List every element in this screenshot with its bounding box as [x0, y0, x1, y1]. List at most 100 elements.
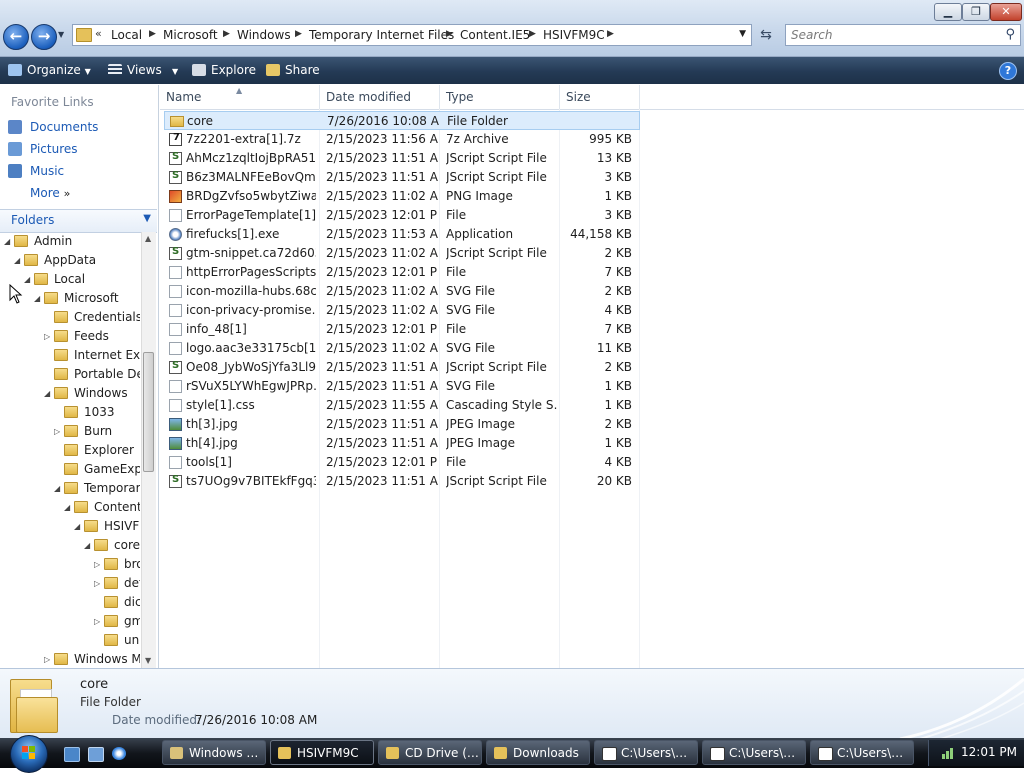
column-header-date[interactable]: Date modified	[320, 85, 440, 109]
file-row[interactable]: 7z2201-extra[1].7z 2/15/2023 11:56 AM 7z A…	[164, 130, 640, 149]
column-header-type[interactable]: Type	[440, 85, 560, 109]
expanded-arrow-icon[interactable]: ◢	[34, 294, 44, 303]
share-button[interactable]: Share	[266, 63, 320, 77]
clock[interactable]: 12:01 PM	[961, 745, 1017, 759]
switch-windows-icon[interactable]	[88, 747, 104, 762]
file-row[interactable]: logo.aac3e33175cb[1].… 2/15/2023 11:02 AM…	[164, 339, 640, 358]
folder-tree-scrollbar[interactable]: ▲ ▼	[141, 232, 156, 668]
file-row[interactable]: AhMcz1zqltIojBpRA51-… 2/15/2023 11:51 AM J…	[164, 149, 640, 168]
tree-item[interactable]: ▷ Feeds	[44, 329, 109, 348]
tree-item[interactable]: Credentials	[44, 310, 140, 329]
tree-item[interactable]: ◢ HSIVFN	[74, 519, 140, 538]
address-overflow-chevrons[interactable]: «	[95, 27, 102, 40]
close-button[interactable]: ✕	[990, 3, 1022, 21]
file-row[interactable]: core 7/26/2016 10:08 AM File Folder	[164, 111, 640, 130]
search-input[interactable]: Search ⚲	[785, 24, 1021, 46]
file-row[interactable]: firefucks[1].exe 2/15/2023 11:53 AM Applic…	[164, 225, 640, 244]
network-icon[interactable]	[941, 746, 955, 760]
maximize-button[interactable]: ❐	[962, 3, 990, 21]
breadcrumb-separator-icon[interactable]: ▶	[529, 29, 536, 39]
file-row[interactable]: rSVuX5LYWhEgwJPRp… 2/15/2023 11:51 AM SVG …	[164, 377, 640, 396]
scrollbar-thumb[interactable]	[143, 352, 154, 472]
tree-item[interactable]: ▷ bro	[94, 557, 140, 576]
start-button[interactable]	[10, 735, 48, 773]
tree-item[interactable]: Portable Devi	[44, 367, 140, 386]
column-header-name[interactable]: Name ▲	[160, 85, 320, 109]
scroll-up-icon[interactable]: ▲	[145, 234, 151, 243]
tree-item[interactable]: Internet Explo	[44, 348, 140, 367]
show-desktop-icon[interactable]	[64, 747, 80, 762]
breadcrumb-separator-icon[interactable]: ▶	[223, 29, 230, 39]
favorite-link-documents[interactable]: Documents	[8, 120, 98, 138]
forward-button[interactable]: →	[31, 24, 57, 50]
expanded-arrow-icon[interactable]: ◢	[84, 541, 94, 550]
views-dropdown-icon[interactable]: ▼	[172, 63, 178, 77]
favorite-link-pictures[interactable]: Pictures	[8, 142, 78, 160]
file-row[interactable]: tools[1] 2/15/2023 12:01 PM File 4 KB	[164, 453, 640, 472]
views-button[interactable]: Views	[108, 63, 162, 77]
folders-header[interactable]: Folders ▼	[0, 209, 157, 233]
tree-item[interactable]: ◢ Windows	[44, 386, 128, 405]
recent-pages-dropdown-icon[interactable]: ▼	[58, 30, 64, 39]
file-row[interactable]: ts7UOg9v7BITEkfFgq3r… 2/15/2023 11:51 AM J…	[164, 472, 640, 491]
file-row[interactable]: ErrorPageTemplate[1] 2/15/2023 12:01 PM Fi…	[164, 206, 640, 225]
collapsed-arrow-icon[interactable]: ▷	[44, 332, 54, 341]
tree-item[interactable]: 1033	[54, 405, 115, 424]
tree-item[interactable]: ▷ def	[94, 576, 140, 595]
chevron-down-icon[interactable]: ▼	[143, 213, 151, 224]
back-button[interactable]: ←	[3, 24, 29, 50]
expanded-arrow-icon[interactable]: ◢	[64, 503, 74, 512]
explore-button[interactable]: Explore	[192, 63, 256, 77]
breadcrumb-hsivfm9c[interactable]: HSIVFM9C	[543, 28, 605, 42]
breadcrumb-separator-icon[interactable]: ▶	[295, 29, 302, 39]
scroll-down-icon[interactable]: ▼	[145, 656, 151, 665]
breadcrumb-local[interactable]: Local	[111, 28, 142, 42]
tree-item[interactable]: ◢ Local	[24, 272, 85, 291]
tree-item[interactable]: ◢ Microsoft	[34, 291, 119, 310]
breadcrumb-separator-icon[interactable]: ▶	[446, 29, 453, 39]
file-row[interactable]: th[4].jpg 2/15/2023 11:51 AM JPEG Image 1 K…	[164, 434, 640, 453]
expanded-arrow-icon[interactable]: ◢	[14, 256, 24, 265]
file-row[interactable]: Oe08_JybWoSjYfa3Ll9y… 2/15/2023 11:51 AM J…	[164, 358, 640, 377]
breadcrumb-separator-icon[interactable]: ▶	[149, 29, 156, 39]
minimize-button[interactable]: ▁	[934, 3, 962, 21]
file-row[interactable]: icon-privacy-promise.… 2/15/2023 11:02 AM…	[164, 301, 640, 320]
tree-item[interactable]: ▷ Burn	[54, 424, 112, 443]
tree-item[interactable]: GameExplo	[54, 462, 140, 481]
search-icon[interactable]: ⚲	[1005, 27, 1015, 42]
taskbar-button-users-1[interactable]: C:\Users\…	[594, 740, 698, 765]
taskbar-button-downloads[interactable]: Downloads	[486, 740, 590, 765]
taskbar-button-users-2[interactable]: C:\Users\…	[702, 740, 806, 765]
tree-item[interactable]: dict	[94, 595, 140, 614]
tree-item[interactable]: uni	[94, 633, 140, 652]
file-row[interactable]: httpErrorPagesScripts[1] 2/15/2023 12:01 …	[164, 263, 640, 282]
breadcrumb-separator-icon[interactable]: ▶	[607, 29, 614, 39]
taskbar-button-users-3[interactable]: C:\Users\…	[810, 740, 914, 765]
taskbar-button-cd-drive[interactable]: CD Drive (…	[378, 740, 482, 765]
tree-item[interactable]: ◢ Temporary	[54, 481, 140, 500]
collapsed-arrow-icon[interactable]: ▷	[44, 655, 54, 664]
column-header-size[interactable]: Size	[560, 85, 640, 109]
breadcrumb-temporary-internet-files[interactable]: Temporary Internet Files	[309, 28, 454, 42]
file-row[interactable]: style[1].css 2/15/2023 11:55 AM Cascading …	[164, 396, 640, 415]
collapsed-arrow-icon[interactable]: ▷	[94, 617, 104, 626]
address-bar[interactable]: « Local ▶ Microsoft ▶ Windows ▶ Temporar…	[72, 24, 752, 46]
expanded-arrow-icon[interactable]: ◢	[74, 522, 84, 531]
collapsed-arrow-icon[interactable]: ▷	[94, 560, 104, 569]
help-icon[interactable]: ?	[999, 62, 1017, 80]
file-row[interactable]: BRDgZvfso5wbytZiwak… 2/15/2023 11:02 AM PN…	[164, 187, 640, 206]
taskbar-button-hsivfm9c[interactable]: HSIVFM9C	[270, 740, 374, 765]
expanded-arrow-icon[interactable]: ◢	[44, 389, 54, 398]
tree-item[interactable]: ▷ gm	[94, 614, 140, 633]
file-row[interactable]: icon-mozilla-hubs.68c… 2/15/2023 11:02 AM…	[164, 282, 640, 301]
file-row[interactable]: th[3].jpg 2/15/2023 11:51 AM JPEG Image 2 K…	[164, 415, 640, 434]
tree-item[interactable]: ◢ core	[84, 538, 140, 557]
favorite-link-more[interactable]: More »	[30, 186, 70, 204]
file-row[interactable]: gtm-snippet.ca72d603… 2/15/2023 11:02 AM J…	[164, 244, 640, 263]
file-row[interactable]: B6z3MALNFEeBovQmI… 2/15/2023 11:51 AM JScr…	[164, 168, 640, 187]
file-row[interactable]: info_48[1] 2/15/2023 12:01 PM File 7 KB	[164, 320, 640, 339]
address-dropdown-icon[interactable]: ▼	[739, 29, 746, 39]
breadcrumb-microsoft[interactable]: Microsoft	[163, 28, 218, 42]
breadcrumb-windows[interactable]: Windows	[237, 28, 291, 42]
expanded-arrow-icon[interactable]: ◢	[24, 275, 34, 284]
